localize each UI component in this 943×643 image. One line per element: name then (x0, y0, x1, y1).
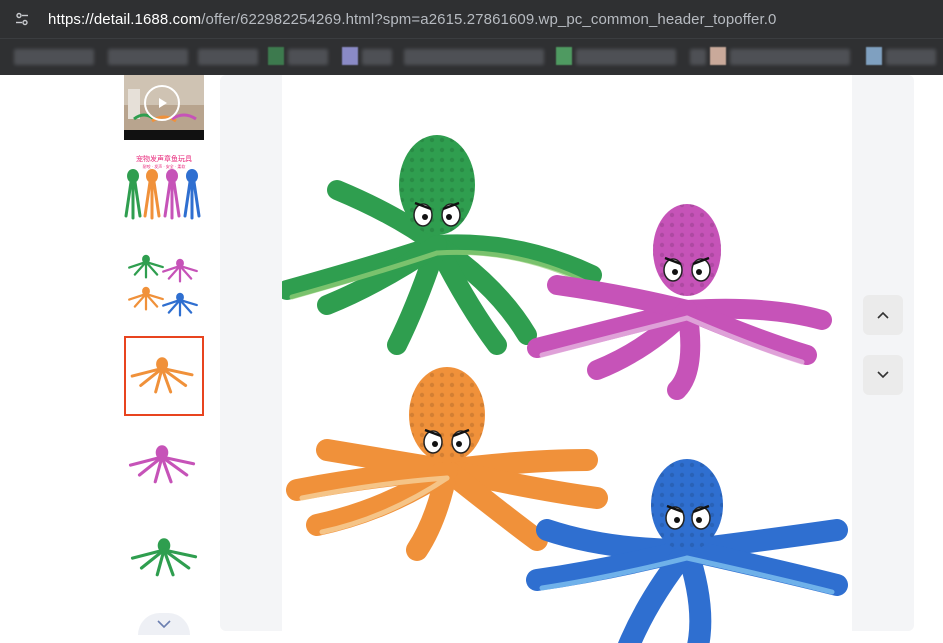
bookmark-item[interactable] (108, 49, 188, 65)
play-icon[interactable] (144, 85, 180, 121)
bookmark-item[interactable] (576, 49, 676, 65)
url-path: /offer/622982254269.html?spm=a2615.27861… (201, 10, 777, 28)
thumbnail-video[interactable] (124, 75, 204, 140)
url-host: https://detail.1688.com (48, 10, 202, 28)
thumbnail-image[interactable]: 宠物发声章鱼玩具 耐咬 · 发声 · 安全 · 柔软 (124, 148, 204, 228)
chevron-down-icon (877, 371, 889, 379)
bookmark-item[interactable] (288, 49, 328, 65)
url-text[interactable]: https://detail.1688.com/offer/6229822542… (48, 11, 776, 28)
pink-octopus (527, 204, 832, 400)
thumbnail-image-selected[interactable] (124, 336, 204, 416)
bookmarks-bar (0, 38, 943, 76)
chevron-down-icon (157, 620, 171, 629)
bookmark-favicon (866, 47, 882, 65)
thumbnail-image[interactable] (124, 242, 204, 322)
product-page: 宠物发声章鱼玩具 耐咬 · 发声 · 安全 · 柔软 (0, 75, 943, 643)
thumbnail-scroll-down-button[interactable] (138, 613, 190, 635)
bookmark-item[interactable] (886, 49, 936, 65)
bookmark-item[interactable] (362, 49, 392, 65)
previous-image-button[interactable] (863, 295, 903, 335)
bookmark-item[interactable] (198, 49, 258, 65)
address-bar[interactable]: https://detail.1688.com/offer/6229822542… (0, 0, 943, 38)
thumbnail-image[interactable] (124, 516, 204, 596)
main-product-image[interactable] (282, 75, 852, 643)
bookmark-favicon (556, 47, 572, 65)
bookmark-item[interactable] (404, 49, 544, 65)
bookmark-item[interactable] (690, 49, 706, 65)
next-image-button[interactable] (863, 355, 903, 395)
tune-icon[interactable] (10, 7, 34, 31)
thumbnail-image[interactable] (124, 423, 204, 503)
bookmark-item[interactable] (14, 49, 94, 65)
chevron-up-icon (877, 311, 889, 319)
bookmark-favicon (342, 47, 358, 65)
bookmark-favicon (710, 47, 726, 65)
green-octopus (282, 135, 602, 355)
bookmark-item[interactable] (730, 49, 850, 65)
thumbnail-list: 宠物发声章鱼玩具 耐咬 · 发声 · 安全 · 柔软 (124, 75, 206, 643)
bookmark-favicon (268, 47, 284, 65)
